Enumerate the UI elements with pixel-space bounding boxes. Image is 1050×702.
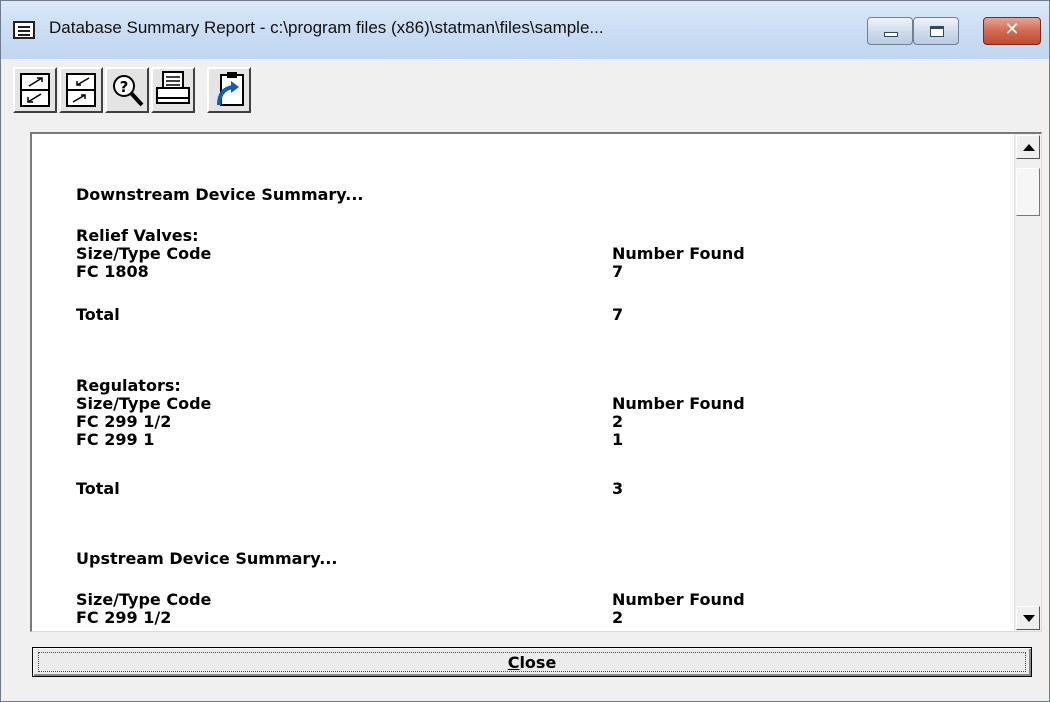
scroll-down-button[interactable]: [1016, 606, 1040, 630]
toolbar: ?: [1, 59, 1049, 133]
close-label-rest: lose: [519, 653, 557, 672]
scroll-up-button[interactable]: [1016, 135, 1040, 159]
upstream-col1-header: Size/Type Code: [76, 590, 212, 609]
svg-text:?: ?: [120, 78, 129, 96]
regulators-total-value: 3: [612, 479, 624, 498]
upstream-summary-heading: Upstream Device Summary...: [76, 549, 338, 568]
help-magnifier-icon: ?: [113, 75, 144, 107]
scroll-thumb[interactable]: [1016, 168, 1040, 216]
maximize-button[interactable]: [913, 17, 959, 45]
vertical-scrollbar[interactable]: [1014, 134, 1041, 631]
relief-total-value: 7: [612, 305, 624, 324]
relief-total-label: Total: [76, 305, 120, 324]
regulators-heading: Regulators:: [76, 376, 181, 395]
shrink-page-button[interactable]: [59, 67, 103, 113]
help-button[interactable]: ?: [105, 67, 149, 113]
regulators-col2-header: Number Found: [612, 394, 745, 413]
minimize-icon: [884, 32, 898, 37]
close-button-label: Close: [33, 653, 1031, 672]
relief-col2-header: Number Found: [612, 244, 745, 263]
regulators-total-label: Total: [76, 479, 120, 498]
expand-page-icon: [20, 73, 50, 107]
expand-page-button[interactable]: [13, 67, 57, 113]
minimize-button[interactable]: [867, 17, 913, 45]
regulators-row-code: FC 299 1/2: [76, 412, 172, 431]
close-icon: ✕: [1004, 19, 1020, 40]
export-button[interactable]: [207, 67, 251, 113]
window-menu-icon[interactable]: [13, 21, 35, 39]
close-window-button[interactable]: ✕: [983, 17, 1041, 45]
arrow-down-icon: [1023, 615, 1035, 622]
regulators-row-count: 1: [612, 430, 624, 449]
regulators-row-code: FC 299 1: [76, 430, 155, 449]
upstream-row-count: 2: [612, 608, 624, 627]
upstream-row-code: FC 299 1/2: [76, 608, 172, 627]
window-title: Database Summary Report - c:\program fil…: [49, 18, 604, 37]
maximize-icon: [930, 26, 944, 37]
arrow-up-icon: [1023, 144, 1035, 151]
upstream-col2-header: Number Found: [612, 590, 745, 609]
close-button[interactable]: Close: [32, 647, 1032, 677]
printer-icon: [156, 71, 190, 104]
relief-row-count: 7: [612, 262, 624, 281]
print-button[interactable]: [151, 67, 195, 113]
relief-valves-heading: Relief Valves:: [76, 226, 199, 245]
report-view[interactable]: Downstream Device Summary... Relief Valv…: [30, 132, 1042, 632]
relief-row-code: FC 1808: [76, 262, 149, 281]
relief-col1-header: Size/Type Code: [76, 244, 212, 263]
shrink-page-icon: [66, 73, 96, 107]
close-mnemonic: C: [507, 653, 520, 672]
regulators-row-count: 2: [612, 412, 624, 431]
downstream-summary-heading: Downstream Device Summary...: [76, 185, 364, 204]
export-clipboard-icon: [217, 72, 244, 106]
report-window: Database Summary Report - c:\program fil…: [0, 0, 1050, 702]
regulators-col1-header: Size/Type Code: [76, 394, 212, 413]
